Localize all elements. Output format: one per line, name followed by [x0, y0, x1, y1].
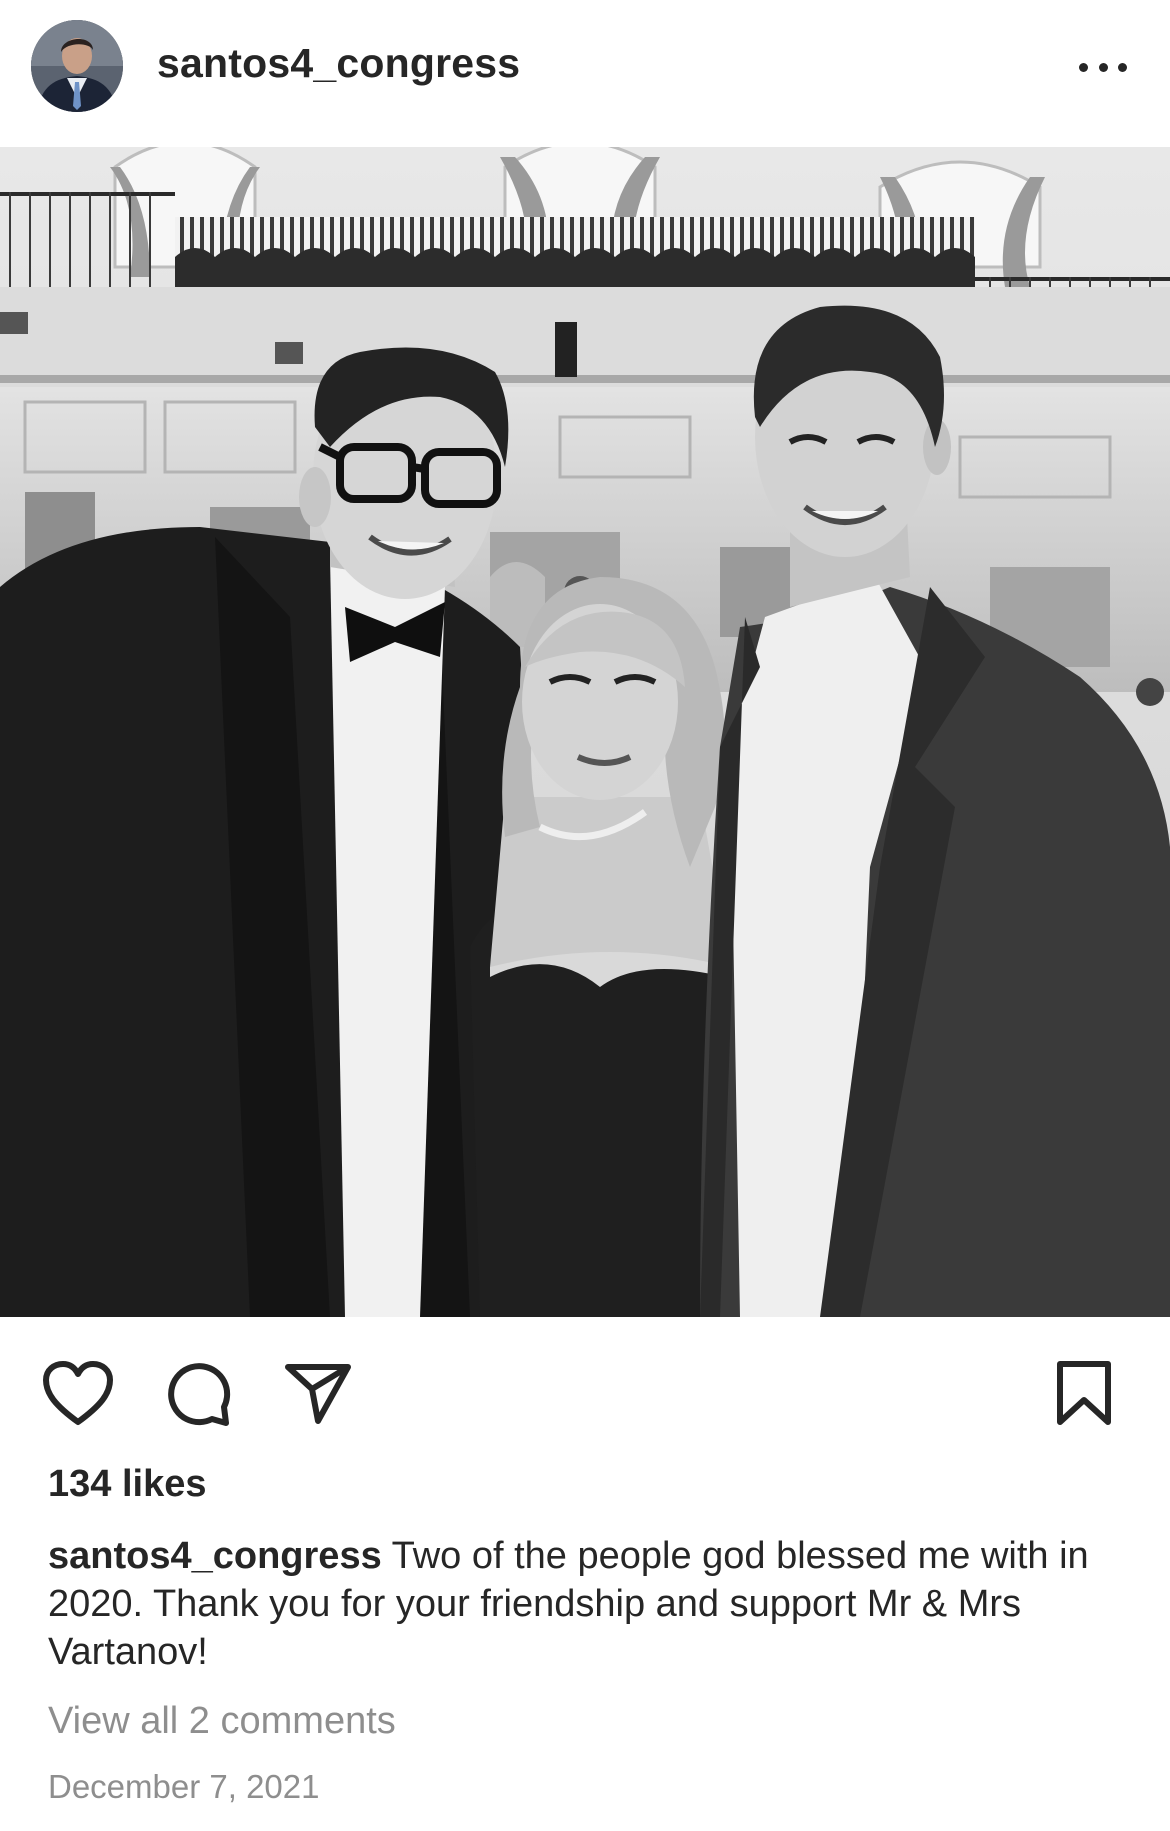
post-date: December 7, 2021 — [48, 1768, 320, 1805]
caption-username[interactable]: santos4_congress — [48, 1535, 382, 1577]
post-header: santos4_congress — [0, 0, 1170, 147]
instagram-post: santos4_congress 134 likes santos4_congr… — [0, 0, 1170, 1831]
post-actions — [0, 1340, 1170, 1440]
more-options-icon — [1079, 62, 1088, 72]
post-username[interactable]: santos4_congress — [157, 40, 520, 87]
likes-count[interactable]: 134 likes — [48, 1463, 206, 1506]
comment-button[interactable] — [160, 1355, 236, 1431]
more-dot — [1118, 62, 1127, 72]
like-button[interactable] — [40, 1355, 116, 1431]
more-dot — [1098, 62, 1108, 72]
view-comments-link[interactable]: View all 2 comments — [48, 1700, 396, 1743]
paper-plane-icon — [285, 1364, 351, 1424]
save-button[interactable] — [1046, 1355, 1122, 1431]
bookmark-icon — [1057, 1361, 1111, 1425]
heart-icon — [43, 1361, 113, 1425]
post-caption: santos4_congress Two of the people god b… — [48, 1532, 1128, 1676]
post-photo[interactable] — [0, 147, 1170, 1317]
more-options-button[interactable] — [1075, 50, 1131, 84]
share-button[interactable] — [280, 1355, 356, 1431]
comment-bubble-icon — [168, 1363, 231, 1426]
avatar[interactable] — [31, 20, 123, 112]
